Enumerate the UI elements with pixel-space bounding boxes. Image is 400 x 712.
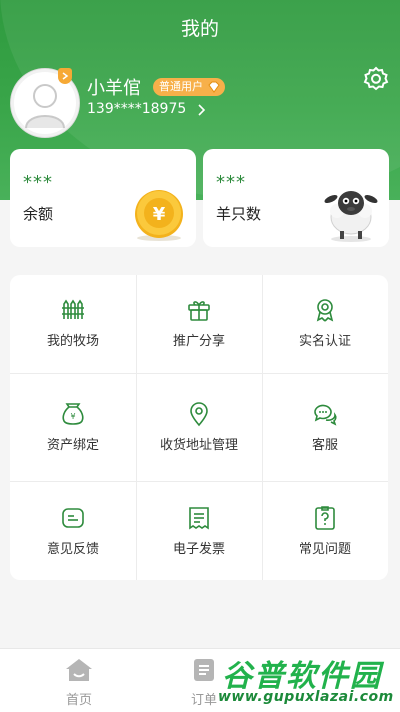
menu-item-label: 收货地址管理 [159, 438, 238, 453]
gold-coin-icon: ¥ [135, 190, 183, 241]
user-type-label: 普通用户 [159, 80, 203, 93]
balance-value: *** [23, 172, 53, 193]
vip-shield-icon [58, 68, 72, 84]
menu-item-e-invoice[interactable]: 电子发票 [136, 483, 262, 580]
menu-item-my-ranch[interactable]: 我的牧场 [10, 275, 136, 376]
svg-text:¥: ¥ [70, 412, 75, 421]
fence-icon [62, 299, 84, 319]
phone-number[interactable]: 139****18975 [87, 101, 186, 117]
location-pin-icon [190, 402, 208, 427]
tab-home[interactable]: 首页 [29, 649, 129, 712]
menu-item-label: 资产绑定 [46, 438, 99, 453]
menu-item-share[interactable]: 推广分享 [136, 275, 262, 376]
balance-card[interactable]: *** 余额 ¥ [10, 149, 196, 247]
gift-icon [188, 301, 210, 321]
menu-item-label: 我的牧场 [46, 334, 99, 349]
menu-item-label: 实名认证 [298, 334, 351, 349]
page-title: 我的 [180, 18, 219, 40]
svg-text:¥: ¥ [153, 204, 166, 225]
menu-item-address[interactable]: 收货地址管理 [136, 379, 262, 480]
home-icon [66, 659, 92, 681]
question-icon [315, 506, 335, 530]
chat-icon [314, 404, 337, 426]
watermark-url: www.gupuxlazai.com [218, 689, 394, 705]
sheep-mascot-icon [324, 191, 378, 242]
menu-item-asset-binding[interactable]: ¥ 资产绑定 [10, 379, 136, 480]
watermark: 谷普软件园 www.gupuxlazai.com [218, 649, 400, 711]
gear-icon[interactable] [362, 65, 390, 93]
menu-item-label: 推广分享 [172, 334, 225, 349]
menu-item-label: 客服 [311, 438, 338, 453]
menu-item-label: 意见反馈 [46, 542, 99, 557]
orders-icon [194, 659, 214, 681]
feedback-icon [62, 508, 84, 528]
menu-item-label: 电子发票 [172, 542, 225, 557]
menu-item-faq[interactable]: 常见问题 [262, 483, 388, 580]
award-icon [316, 299, 334, 322]
tab-home-label: 首页 [65, 693, 92, 708]
chevron-right-icon[interactable] [196, 102, 208, 118]
receipt-icon [189, 507, 209, 530]
menu-item-feedback[interactable]: 意见反馈 [10, 483, 136, 580]
username: 小羊倌 [87, 78, 141, 99]
menu-item-verification[interactable]: 实名认证 [262, 275, 388, 376]
menu-item-customer-service[interactable]: 客服 [262, 379, 388, 480]
sheep-count-label: 羊只数 [216, 205, 262, 223]
menu-item-label: 常见问题 [298, 542, 351, 557]
sheep-count-value: *** [216, 172, 246, 193]
money-bag-icon: ¥ [62, 403, 84, 425]
user-type-badge: 普通用户 [153, 78, 225, 96]
diamond-icon [208, 81, 220, 93]
function-menu-grid: 我的牧场 推广分享 实名认证 ¥ 资产绑定 收货地址管理 客服 意见反馈 电子发… [10, 275, 388, 580]
sheep-count-card[interactable]: *** 羊只数 [203, 149, 389, 247]
balance-label: 余额 [23, 205, 54, 223]
